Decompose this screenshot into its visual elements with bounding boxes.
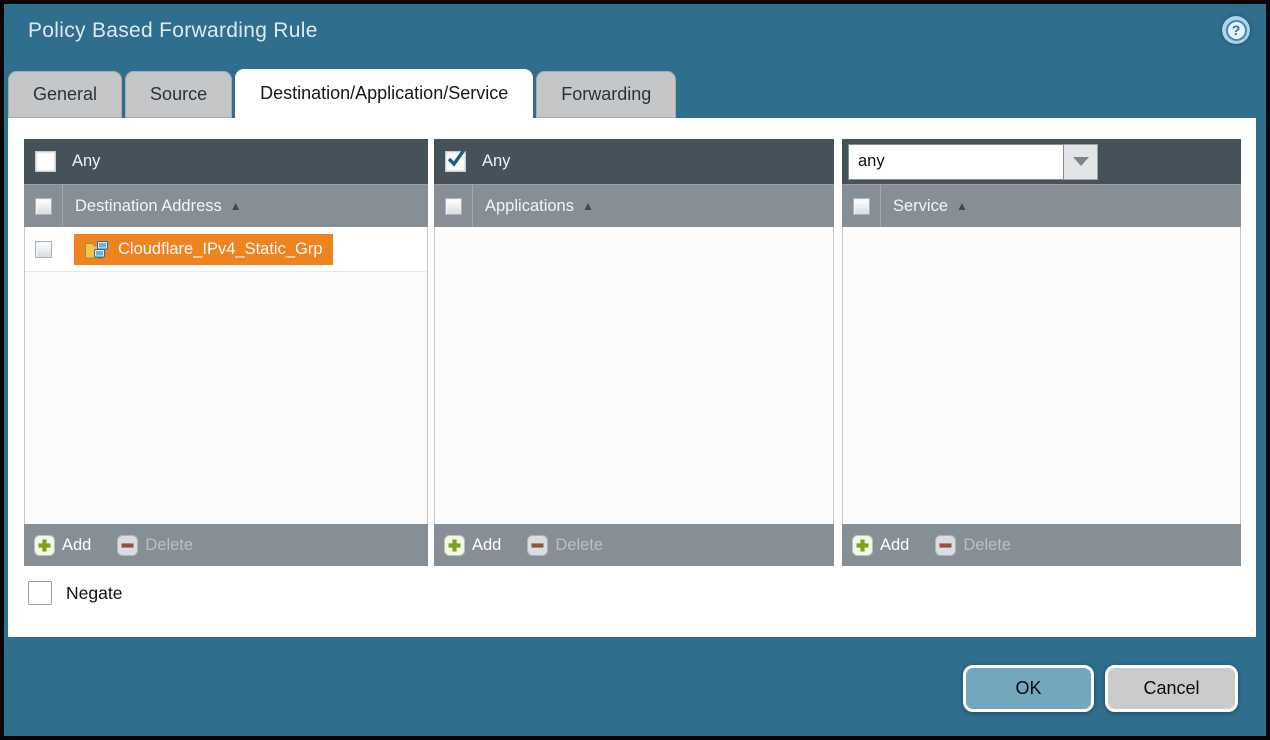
service-footer: Add Delete bbox=[842, 524, 1241, 566]
service-dropdown-bar: any bbox=[842, 139, 1241, 184]
service-column-header: Service bbox=[893, 197, 948, 216]
service-select-all-checkbox[interactable] bbox=[853, 198, 870, 215]
applications-delete-button[interactable]: Delete bbox=[527, 535, 603, 556]
destination-any-label: Any bbox=[72, 152, 100, 171]
sort-ascending-icon[interactable]: ▲ bbox=[582, 199, 594, 213]
delete-minus-icon bbox=[117, 535, 138, 556]
help-icon[interactable]: ? bbox=[1222, 16, 1250, 44]
destination-header-row: Destination Address ▲ bbox=[24, 184, 428, 227]
tab-destination-application-service[interactable]: Destination/Application/Service bbox=[235, 69, 533, 118]
destination-add-button[interactable]: Add bbox=[34, 535, 91, 556]
content-panel: Any Destination Address ▲ bbox=[8, 118, 1256, 637]
applications-header-row: Applications ▲ bbox=[434, 184, 834, 227]
negate-label: Negate bbox=[66, 583, 122, 604]
applications-add-button[interactable]: Add bbox=[444, 535, 501, 556]
service-list-body bbox=[842, 227, 1241, 524]
delete-button-label: Delete bbox=[145, 536, 193, 555]
service-add-button[interactable]: Add bbox=[852, 535, 909, 556]
add-button-label: Add bbox=[62, 536, 91, 555]
add-button-label: Add bbox=[880, 536, 909, 555]
destination-column-header: Destination Address bbox=[75, 197, 222, 216]
tab-forwarding[interactable]: Forwarding bbox=[536, 71, 676, 118]
service-dropdown: any bbox=[848, 144, 1098, 180]
delete-button-label: Delete bbox=[555, 536, 603, 555]
applications-any-checkbox[interactable] bbox=[445, 151, 466, 172]
address-group-icon bbox=[84, 238, 110, 260]
applications-footer: Add Delete bbox=[434, 524, 834, 566]
policy-based-forwarding-dialog: Policy Based Forwarding Rule ? General S… bbox=[0, 0, 1270, 740]
service-dropdown-value[interactable]: any bbox=[848, 144, 1064, 180]
question-mark-glyph: ? bbox=[1226, 20, 1247, 41]
negate-option: Negate bbox=[28, 581, 122, 605]
dialog-title: Policy Based Forwarding Rule bbox=[28, 19, 318, 43]
applications-column-header: Applications bbox=[485, 197, 574, 216]
columns-container: Any Destination Address ▲ bbox=[24, 139, 1241, 566]
add-plus-icon bbox=[444, 535, 465, 556]
ok-button[interactable]: OK bbox=[963, 665, 1094, 712]
applications-list-body bbox=[434, 227, 834, 524]
add-plus-icon bbox=[34, 535, 55, 556]
chevron-down-icon bbox=[1073, 157, 1089, 166]
tab-general[interactable]: General bbox=[8, 71, 122, 118]
tab-bar: General Source Destination/Application/S… bbox=[8, 69, 679, 118]
row-checkbox[interactable] bbox=[35, 241, 52, 258]
destination-select-all-checkbox[interactable] bbox=[35, 198, 52, 215]
service-select-all-cell bbox=[842, 185, 881, 227]
cancel-button[interactable]: Cancel bbox=[1105, 665, 1238, 712]
negate-checkbox[interactable] bbox=[28, 581, 52, 605]
destination-any-checkbox[interactable] bbox=[35, 151, 56, 172]
add-plus-icon bbox=[852, 535, 873, 556]
applications-any-bar: Any bbox=[434, 139, 834, 184]
applications-select-all-checkbox[interactable] bbox=[445, 198, 462, 215]
checkmark-icon bbox=[445, 148, 467, 170]
service-column: any Service ▲ bbox=[842, 139, 1241, 566]
service-dropdown-button[interactable] bbox=[1064, 144, 1098, 180]
destination-address-name: Cloudflare_IPv4_Static_Grp bbox=[118, 240, 323, 259]
destination-address-column: Any Destination Address ▲ bbox=[24, 139, 428, 566]
destination-footer: Add Delete bbox=[24, 524, 428, 566]
sort-ascending-icon[interactable]: ▲ bbox=[956, 199, 968, 213]
destination-any-bar: Any bbox=[24, 139, 428, 184]
delete-button-label: Delete bbox=[963, 536, 1011, 555]
service-header-row: Service ▲ bbox=[842, 184, 1241, 227]
table-row[interactable]: Cloudflare_IPv4_Static_Grp bbox=[25, 227, 427, 272]
applications-column: Any Applications ▲ bbox=[434, 139, 834, 566]
tab-source[interactable]: Source bbox=[125, 71, 232, 118]
sort-ascending-icon[interactable]: ▲ bbox=[230, 199, 242, 213]
delete-minus-icon bbox=[527, 535, 548, 556]
service-delete-button[interactable]: Delete bbox=[935, 535, 1011, 556]
destination-delete-button[interactable]: Delete bbox=[117, 535, 193, 556]
destination-list-body: Cloudflare_IPv4_Static_Grp bbox=[24, 227, 428, 524]
delete-minus-icon bbox=[935, 535, 956, 556]
destination-select-all-cell bbox=[24, 185, 63, 227]
destination-address-item[interactable]: Cloudflare_IPv4_Static_Grp bbox=[74, 234, 333, 265]
applications-select-all-cell bbox=[434, 185, 473, 227]
add-button-label: Add bbox=[472, 536, 501, 555]
applications-any-label: Any bbox=[482, 152, 510, 171]
